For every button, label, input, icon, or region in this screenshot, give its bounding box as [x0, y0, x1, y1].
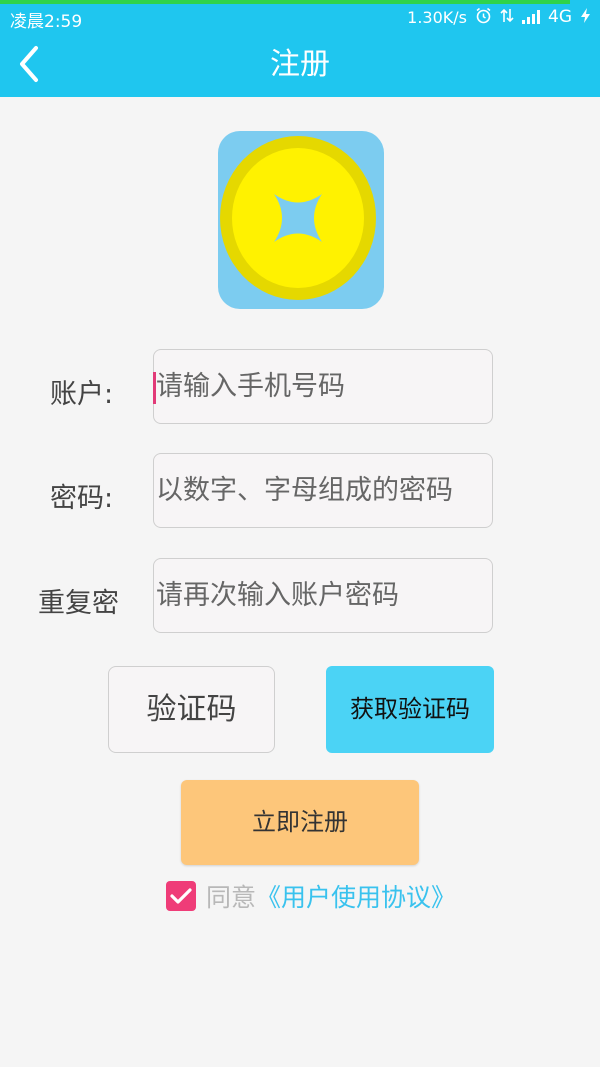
- confirm-password-label: 重复密: [38, 588, 119, 619]
- agreement-link[interactable]: 《用户使用协议》: [256, 878, 456, 914]
- top-bar: 凌晨2:59 1.30K/s 4G 注册: [0, 0, 600, 97]
- get-code-button[interactable]: 获取验证码: [326, 666, 494, 753]
- register-button[interactable]: 立即注册: [181, 780, 419, 865]
- account-input[interactable]: [153, 349, 493, 424]
- check-icon: [170, 888, 192, 904]
- confirm-password-input[interactable]: [153, 558, 493, 633]
- nav-bar: 注册: [0, 32, 600, 97]
- network-type: 4G: [548, 6, 572, 27]
- password-input[interactable]: [153, 453, 493, 528]
- agreement-row: 同意 《用户使用协议》: [166, 880, 456, 912]
- status-right: 1.30K/s 4G: [407, 7, 592, 27]
- status-bar: 凌晨2:59 1.30K/s 4G: [0, 4, 600, 32]
- coin-icon: [220, 136, 376, 300]
- app-logo: [218, 131, 384, 309]
- verification-code-input[interactable]: 验证码: [108, 666, 275, 753]
- agreement-checkbox[interactable]: [166, 881, 196, 911]
- page-title: 注册: [270, 47, 330, 82]
- network-speed: 1.30K/s: [407, 7, 467, 27]
- agreement-prefix: 同意: [206, 883, 257, 912]
- data-transfer-icon: [500, 7, 514, 27]
- signal-icon: [522, 10, 540, 24]
- account-label: 账户:: [50, 379, 114, 410]
- alarm-icon: [475, 7, 492, 27]
- text-cursor: [153, 372, 156, 404]
- charging-icon: [580, 7, 592, 27]
- password-label: 密码:: [50, 483, 114, 514]
- status-time: 凌晨2:59: [10, 12, 83, 32]
